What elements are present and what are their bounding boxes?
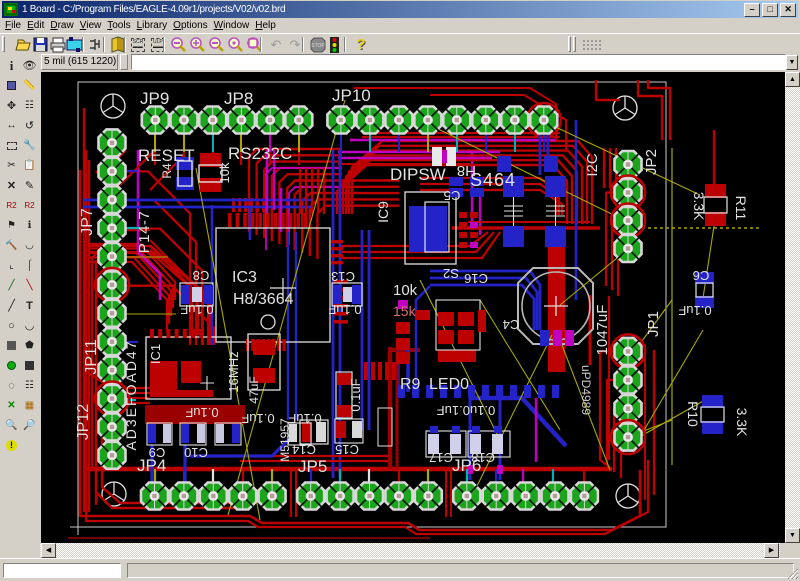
svg-text:C17: C17 <box>429 450 453 465</box>
svg-text:JP2: JP2 <box>643 149 660 175</box>
svg-text:JP7: JP7 <box>79 208 96 236</box>
svg-text:JP4: JP4 <box>137 456 166 475</box>
svg-text:JP10: JP10 <box>332 86 371 105</box>
svg-text:0.1uF: 0.1uF <box>348 378 363 411</box>
svg-text:3.3K: 3.3K <box>734 408 750 437</box>
svg-text:C16: C16 <box>464 271 488 286</box>
svg-text:JP6: JP6 <box>452 456 481 475</box>
svg-text:JP1: JP1 <box>645 311 662 337</box>
svg-text:R4: R4 <box>160 163 174 179</box>
svg-text:IC3: IC3 <box>232 269 257 286</box>
svg-text:0.1uF: 0.1uF <box>288 411 321 426</box>
svg-text:10k: 10k <box>217 162 232 183</box>
svg-text:0.1uF: 0.1uF <box>185 405 218 420</box>
svg-text:R11: R11 <box>733 196 749 221</box>
svg-text:C6: C6 <box>693 268 710 283</box>
svg-text:R9: R9 <box>400 376 421 393</box>
svg-text:0.1uF: 0.1uF <box>180 302 213 317</box>
svg-text:JP8: JP8 <box>224 89 253 108</box>
svg-text:LED0: LED0 <box>429 376 469 393</box>
svg-text:C13: C13 <box>331 269 355 284</box>
svg-text:C15: C15 <box>335 442 359 457</box>
svg-text:JP12: JP12 <box>75 404 92 441</box>
svg-text:RS232C: RS232C <box>228 144 292 163</box>
svg-text:0.1uF: 0.1uF <box>678 303 711 318</box>
svg-text:DIPSW: DIPSW <box>390 165 446 184</box>
svg-text:H8: H8 <box>457 162 476 179</box>
svg-text:JP5: JP5 <box>298 457 327 476</box>
svg-text:IC9: IC9 <box>375 201 391 223</box>
svg-text:C4: C4 <box>503 317 520 332</box>
svg-text:S2: S2 <box>443 266 459 281</box>
svg-text:JP11: JP11 <box>83 339 100 374</box>
svg-text:C5: C5 <box>444 188 461 203</box>
svg-text:10k: 10k <box>393 282 418 299</box>
svg-text:uPD4989: uPD4989 <box>579 365 593 415</box>
svg-text:I2C: I2C <box>584 153 601 177</box>
svg-text:1047uF: 1047uF <box>594 305 611 356</box>
svg-text:16MHz: 16MHz <box>226 351 241 392</box>
svg-text:JP9: JP9 <box>140 89 169 108</box>
svg-text:R10: R10 <box>685 401 701 427</box>
svg-text:0.1uF: 0.1uF <box>241 411 274 426</box>
svg-text:0.1u0.1uF: 0.1u0.1uF <box>437 403 496 418</box>
svg-text:0.1uF: 0.1uF <box>328 302 361 317</box>
svg-text:H8/3664: H8/3664 <box>233 291 294 308</box>
svg-text:C10: C10 <box>184 445 208 460</box>
svg-text:47uF: 47uF <box>247 376 261 403</box>
svg-text:3.3K: 3.3K <box>691 192 707 221</box>
svg-text:STOP: STOP <box>311 43 325 49</box>
svg-text:P14-7: P14-7 <box>136 211 153 254</box>
svg-text:RESET: RESET <box>138 146 195 165</box>
svg-text:IC1: IC1 <box>148 344 163 364</box>
svg-text:C14: C14 <box>292 442 316 457</box>
svg-text:C8: C8 <box>193 268 210 283</box>
svg-text:AD3EFOAD47: AD3EFOAD47 <box>123 339 139 450</box>
svg-text:15k: 15k <box>393 303 417 319</box>
